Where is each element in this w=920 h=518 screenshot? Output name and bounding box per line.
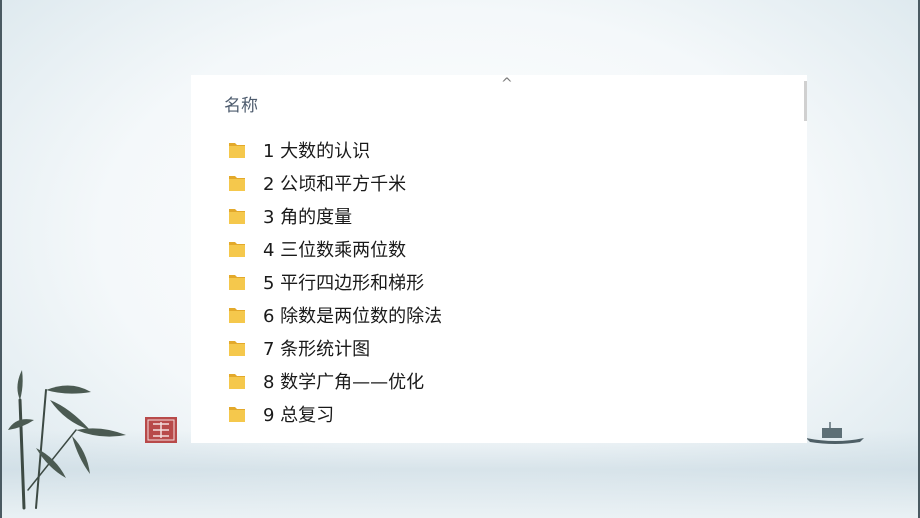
folder-label: 5 平行四边形和梯形 (263, 272, 425, 294)
list-item[interactable]: 6 除数是两位数的除法 (227, 298, 442, 331)
list-item[interactable]: 8 数学广角——优化 (227, 364, 442, 397)
folder-icon (229, 307, 245, 323)
folder-icon (229, 142, 245, 158)
folder-list: 1 大数的认识 2 公顷和平方千米 3 角的度量 4 三位数乘两位数 5 平行四… (227, 133, 442, 430)
folder-label: 6 除数是两位数的除法 (263, 305, 443, 327)
list-item[interactable]: 3 角的度量 (227, 199, 442, 232)
list-item[interactable]: 2 公顷和平方千米 (227, 166, 442, 199)
folder-icon (229, 208, 245, 224)
scroll-up-arrow[interactable]: ^ (501, 75, 513, 93)
bamboo-painting (8, 370, 126, 510)
list-item[interactable]: 9 总复习 (227, 397, 442, 430)
seal-stamp (145, 417, 177, 443)
folder-label: 4 三位数乘两位数 (263, 239, 407, 261)
folder-label: 8 数学广角——优化 (263, 371, 425, 393)
folder-label: 3 角的度量 (263, 206, 353, 228)
folder-label: 7 条形统计图 (263, 338, 371, 360)
list-item[interactable]: 1 大数的认识 (227, 133, 442, 166)
column-header-name[interactable]: 名称 (224, 91, 258, 116)
folder-icon (229, 373, 245, 389)
folder-icon (229, 175, 245, 191)
slide-background: ^ 名称 1 大数的认识 2 公顷和平方千米 3 角的度量 4 三位数乘两位数 (0, 0, 920, 518)
folder-label: 2 公顷和平方千米 (263, 173, 407, 195)
folder-icon (229, 340, 245, 356)
list-item[interactable]: 7 条形统计图 (227, 331, 442, 364)
folder-icon (229, 406, 245, 422)
folder-label: 9 总复习 (263, 404, 335, 426)
scrollbar-thumb[interactable] (804, 81, 807, 121)
list-item[interactable]: 4 三位数乘两位数 (227, 232, 442, 265)
boat-painting (806, 422, 864, 444)
folder-label: 1 大数的认识 (263, 140, 371, 162)
file-explorer-list: ^ 名称 1 大数的认识 2 公顷和平方千米 3 角的度量 4 三位数乘两位数 (191, 75, 807, 443)
folder-icon (229, 274, 245, 290)
list-item[interactable]: 5 平行四边形和梯形 (227, 265, 442, 298)
folder-icon (229, 241, 245, 257)
